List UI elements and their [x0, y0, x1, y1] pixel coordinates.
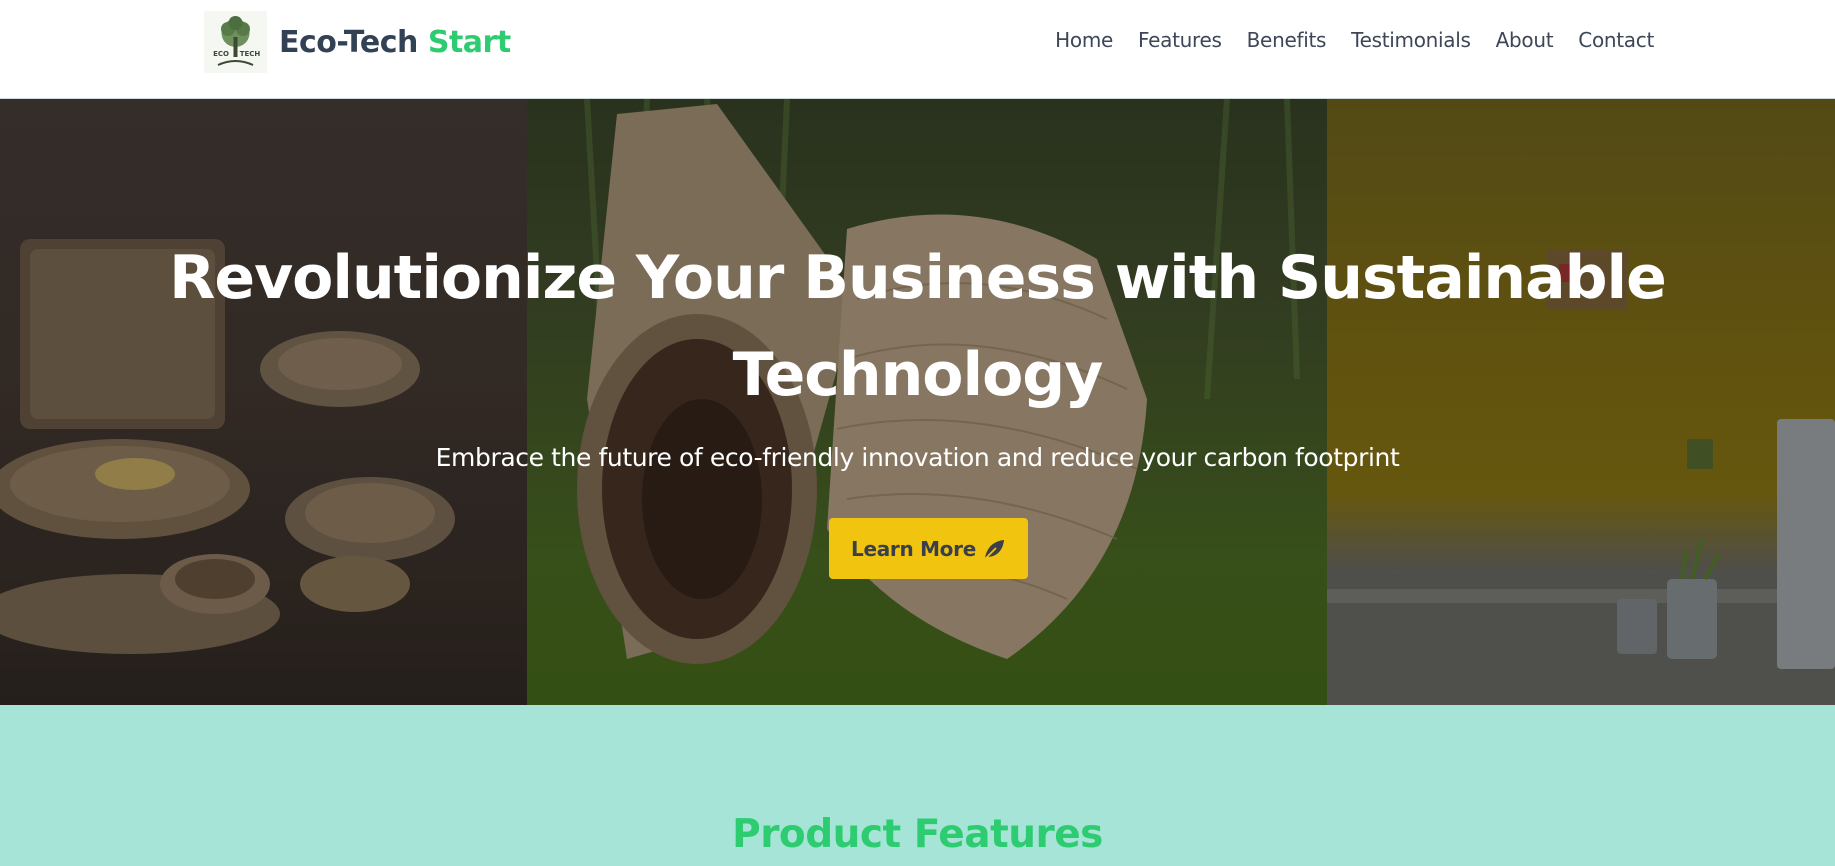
nav-features[interactable]: Features	[1138, 28, 1222, 52]
leaf-icon	[982, 537, 1006, 561]
brand-name-main: Eco-Tech	[279, 24, 418, 60]
nav-contact[interactable]: Contact	[1578, 28, 1654, 52]
svg-text:TECH: TECH	[240, 50, 261, 58]
site-header: ECO TECH Eco-Tech Start Home Features Be…	[0, 0, 1835, 99]
brand-name[interactable]: Eco-Tech Start	[279, 25, 511, 60]
features-title: Product Features	[732, 812, 1103, 857]
nav-home[interactable]: Home	[1055, 28, 1113, 52]
svg-text:ECO: ECO	[213, 50, 229, 58]
learn-more-button[interactable]: Learn More	[829, 518, 1028, 579]
learn-more-label: Learn More	[851, 536, 976, 561]
hero-section: Revolutionize Your Business with Sustain…	[0, 99, 1835, 705]
hero-title: Revolutionize Your Business with Sustain…	[169, 243, 1667, 410]
hero-subtitle: Embrace the future of eco-friendly innov…	[435, 443, 1400, 472]
brand-name-accent: Start	[427, 24, 511, 60]
brand[interactable]: ECO TECH Eco-Tech Start	[204, 11, 511, 73]
nav-benefits[interactable]: Benefits	[1247, 28, 1327, 52]
nav-testimonials[interactable]: Testimonials	[1351, 28, 1471, 52]
nav-about[interactable]: About	[1496, 28, 1554, 52]
hero-content: Revolutionize Your Business with Sustain…	[0, 99, 1835, 705]
main-nav: Home Features Benefits Testimonials Abou…	[1055, 28, 1654, 52]
features-section: Product Features	[0, 705, 1835, 866]
eco-tech-logo-icon[interactable]: ECO TECH	[204, 11, 267, 73]
